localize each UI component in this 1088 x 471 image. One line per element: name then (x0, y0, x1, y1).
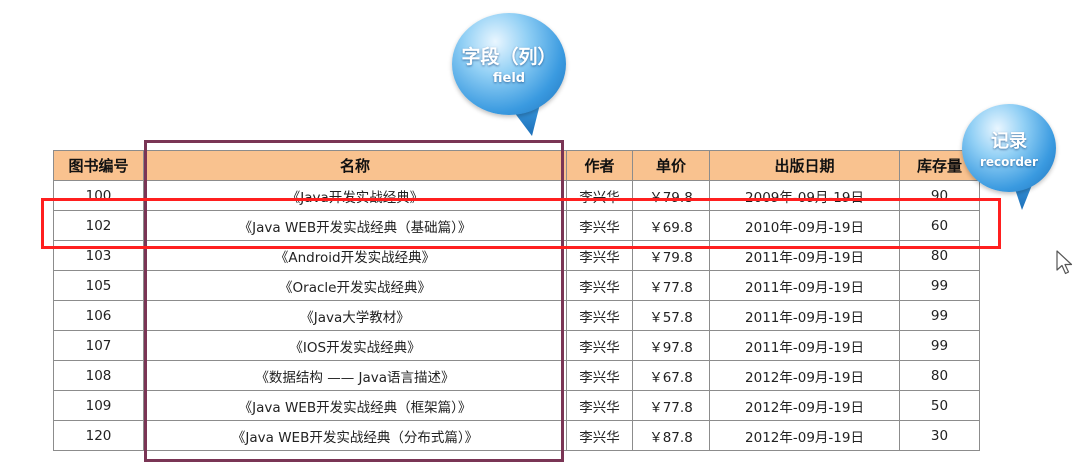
cell-id: 106 (53, 300, 144, 331)
cell-price: ￥87.8 (632, 420, 710, 451)
table-row: 105 《Oracle开发实战经典》 李兴华 ￥77.8 2011年-09月-1… (53, 270, 980, 301)
cell-id: 103 (53, 240, 144, 271)
cell-date: 2010年-09月-19日 (709, 210, 900, 241)
cell-price: ￥97.8 (632, 330, 710, 361)
table-row: 120 《Java WEB开发实战经典（分布式篇）》 李兴华 ￥87.8 201… (53, 420, 980, 451)
cell-stock: 99 (899, 300, 980, 331)
record-callout-bubble: 记录 recorder (962, 104, 1056, 192)
cell-author: 李兴华 (566, 390, 633, 421)
cell-price: ￥79.8 (632, 180, 710, 211)
cell-name: 《Oracle开发实战经典》 (143, 270, 567, 301)
cell-author: 李兴华 (566, 420, 633, 451)
cell-date: 2012年-09月-19日 (709, 420, 900, 451)
cell-date: 2011年-09月-19日 (709, 240, 900, 271)
cell-author: 李兴华 (566, 360, 633, 391)
cell-id: 109 (53, 390, 144, 421)
cell-name: 《Java开发实战经典》 (143, 180, 567, 211)
cell-date: 2012年-09月-19日 (709, 360, 900, 391)
header-author: 作者 (566, 150, 633, 181)
cell-stock: 30 (899, 420, 980, 451)
record-callout-title: 记录 (991, 131, 1027, 152)
cell-price: ￥79.8 (632, 240, 710, 271)
cell-stock: 50 (899, 390, 980, 421)
cell-author: 李兴华 (566, 240, 633, 271)
header-name: 名称 (143, 150, 567, 181)
table-row: 108 《数据结构 —— Java语言描述》 李兴华 ￥67.8 2012年-0… (53, 360, 980, 391)
cell-stock: 99 (899, 270, 980, 301)
field-callout-bubble: 字段（列） field (452, 13, 566, 115)
cell-author: 李兴华 (566, 210, 633, 241)
header-price: 单价 (632, 150, 710, 181)
cell-date: 2011年-09月-19日 (709, 300, 900, 331)
books-table: 图书编号 名称 作者 单价 出版日期 库存量 100 《Java开发实战经典》 … (53, 150, 980, 451)
slide-canvas: 图书编号 名称 作者 单价 出版日期 库存量 100 《Java开发实战经典》 … (0, 0, 1088, 471)
cell-name: 《Java大学教材》 (143, 300, 567, 331)
cell-name: 《Java WEB开发实战经典（框架篇）》 (143, 390, 567, 421)
cell-name: 《Java WEB开发实战经典（分布式篇）》 (143, 420, 567, 451)
table-row: 103 《Android开发实战经典》 李兴华 ￥79.8 2011年-09月-… (53, 240, 980, 271)
field-callout-title: 字段（列） (461, 46, 557, 68)
cell-id: 105 (53, 270, 144, 301)
cell-price: ￥77.8 (632, 270, 710, 301)
cell-date: 2012年-09月-19日 (709, 390, 900, 421)
cell-price: ￥77.8 (632, 390, 710, 421)
cell-date: 2009年-09月-19日 (709, 180, 900, 211)
cell-id: 107 (53, 330, 144, 361)
cell-author: 李兴华 (566, 180, 633, 211)
cell-date: 2011年-09月-19日 (709, 270, 900, 301)
cell-id: 102 (53, 210, 144, 241)
table-row: 106 《Java大学教材》 李兴华 ￥57.8 2011年-09月-19日 9… (53, 300, 980, 331)
cell-price: ￥57.8 (632, 300, 710, 331)
record-callout-subtitle: recorder (980, 155, 1038, 169)
cell-stock: 60 (899, 210, 980, 241)
cell-stock: 99 (899, 330, 980, 361)
cell-id: 120 (53, 420, 144, 451)
table-row: 107 《IOS开发实战经典》 李兴华 ￥97.8 2011年-09月-19日 … (53, 330, 980, 361)
cell-stock: 90 (899, 180, 980, 211)
cell-author: 李兴华 (566, 330, 633, 361)
cell-name: 《数据结构 —— Java语言描述》 (143, 360, 567, 391)
cell-price: ￥69.8 (632, 210, 710, 241)
cell-price: ￥67.8 (632, 360, 710, 391)
cell-author: 李兴华 (566, 270, 633, 301)
cell-stock: 80 (899, 360, 980, 391)
cell-stock: 80 (899, 240, 980, 271)
header-date: 出版日期 (709, 150, 900, 181)
cell-date: 2011年-09月-19日 (709, 330, 900, 361)
cell-id: 100 (53, 180, 144, 211)
mouse-pointer-icon (1056, 250, 1073, 275)
cell-name: 《IOS开发实战经典》 (143, 330, 567, 361)
table-row: 100 《Java开发实战经典》 李兴华 ￥79.8 2009年-09月-19日… (53, 180, 980, 211)
cell-author: 李兴华 (566, 300, 633, 331)
table-row: 109 《Java WEB开发实战经典（框架篇）》 李兴华 ￥77.8 2012… (53, 390, 980, 421)
cell-id: 108 (53, 360, 144, 391)
header-id: 图书编号 (53, 150, 144, 181)
cell-name: 《Java WEB开发实战经典（基础篇）》 (143, 210, 567, 241)
cell-name: 《Android开发实战经典》 (143, 240, 567, 271)
field-callout-subtitle: field (492, 71, 526, 86)
table-row: 102 《Java WEB开发实战经典（基础篇）》 李兴华 ￥69.8 2010… (53, 210, 980, 241)
table-header-row: 图书编号 名称 作者 单价 出版日期 库存量 (53, 150, 980, 181)
